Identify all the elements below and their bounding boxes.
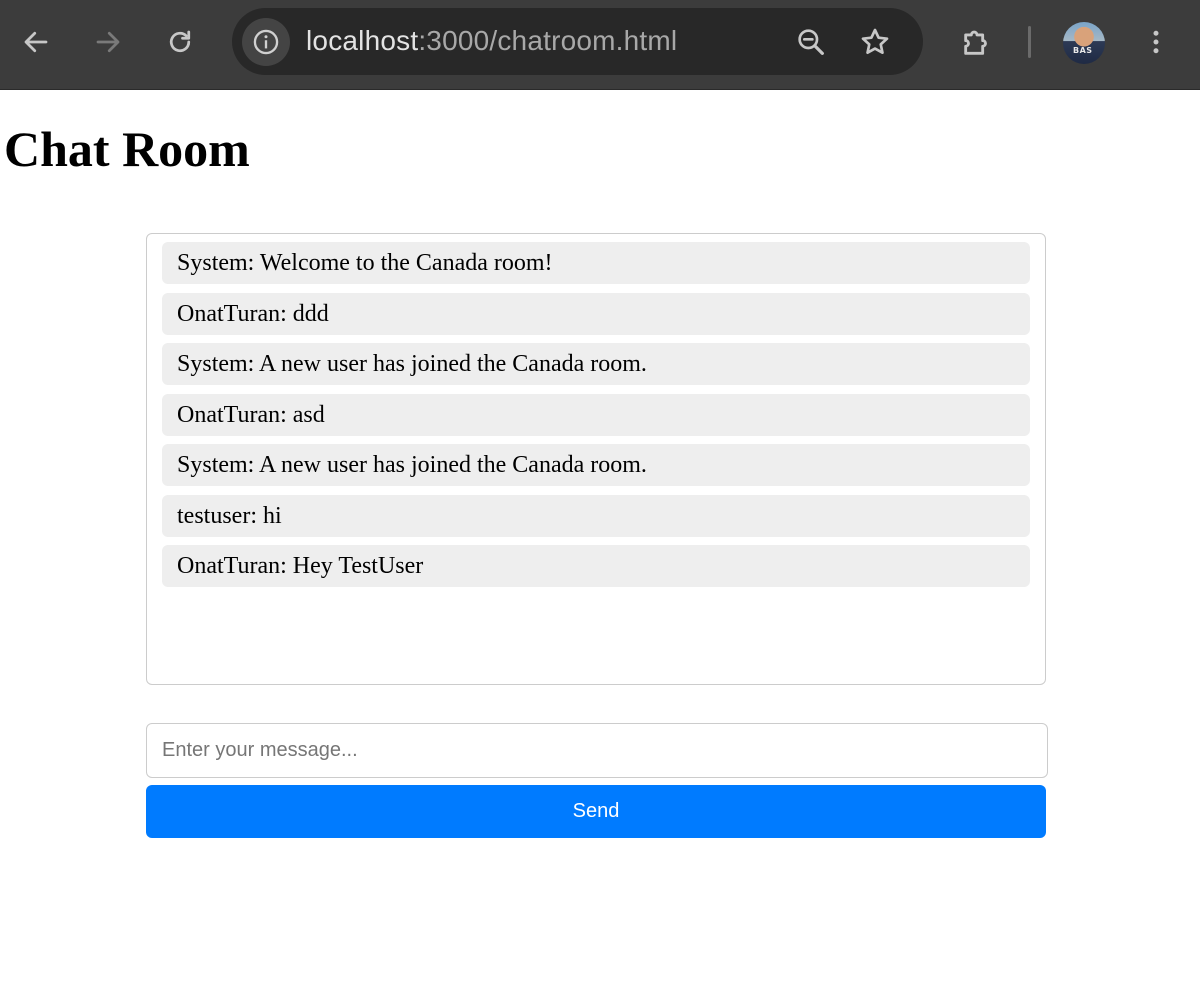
url-text[interactable]: localhost:3000/chatroom.html <box>306 25 677 57</box>
browser-toolbar: localhost:3000/chatroom.html BAS <box>0 0 1200 90</box>
chat-message: System: A new user has joined the Canada… <box>162 343 1030 385</box>
back-arrow-icon[interactable] <box>15 21 57 63</box>
avatar[interactable]: BAS <box>1063 22 1105 64</box>
url-host: localhost <box>306 25 419 56</box>
forward-arrow-icon[interactable] <box>87 21 129 63</box>
star-icon[interactable] <box>854 21 896 63</box>
reload-icon[interactable] <box>159 21 201 63</box>
message-input[interactable] <box>146 723 1048 778</box>
url-path: :3000/chatroom.html <box>418 25 678 56</box>
zoom-out-icon[interactable] <box>790 21 832 63</box>
chat-message: OnatTuran: asd <box>162 394 1030 436</box>
kebab-menu-icon[interactable] <box>1135 21 1177 63</box>
avatar-text: BAS <box>1073 46 1093 55</box>
chat-message: System: Welcome to the Canada room! <box>162 242 1030 284</box>
puzzle-icon[interactable] <box>956 21 998 63</box>
chat-messages[interactable]: System: Welcome to the Canada room! Onat… <box>146 233 1046 685</box>
toolbar-divider <box>1028 26 1031 58</box>
chat-message: System: A new user has joined the Canada… <box>162 444 1030 486</box>
chat-message: testuser: hi <box>162 495 1030 537</box>
chat-message: OnatTuran: Hey TestUser <box>162 545 1030 587</box>
info-icon[interactable] <box>242 18 290 66</box>
page-title: Chat Room <box>4 121 250 177</box>
send-button[interactable]: Send <box>146 785 1046 838</box>
address-bar[interactable]: localhost:3000/chatroom.html <box>232 8 923 75</box>
chat-message: OnatTuran: ddd <box>162 293 1030 335</box>
